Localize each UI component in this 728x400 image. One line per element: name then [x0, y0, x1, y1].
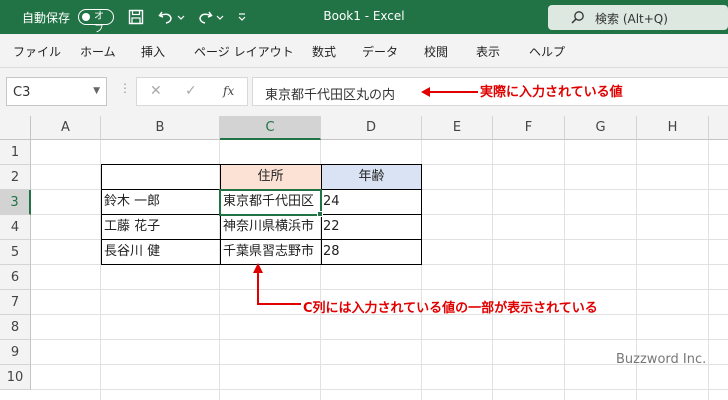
cell-b4-name[interactable]: 工藤 花子	[101, 215, 220, 240]
tab-formulas[interactable]: 数式	[312, 43, 336, 60]
title-bar: 自動保存 オフ Book1 - Excel 検索 (Alt+Q)	[0, 0, 728, 35]
search-placeholder: 検索 (Alt+Q)	[595, 12, 668, 26]
undo-dropdown-icon[interactable]	[176, 8, 186, 26]
toggle-knob	[82, 12, 90, 21]
table-border	[101, 239, 422, 240]
select-all-corner[interactable]	[0, 116, 31, 140]
tab-review[interactable]: 校閲	[424, 43, 448, 60]
row-header-4[interactable]: 4	[0, 215, 31, 240]
cell-c4-address[interactable]: 神奈川県横浜市	[220, 215, 321, 240]
row-header-3[interactable]: 3	[0, 190, 31, 215]
formula-buttons: ✕ ✓ fx	[136, 77, 248, 106]
row-header-10[interactable]: 10	[0, 365, 31, 390]
fill-handle[interactable]	[317, 211, 323, 217]
formula-annotation-arrow-icon	[421, 87, 478, 97]
formula-content: 東京都千代田区丸の内	[265, 88, 396, 103]
enter-icon[interactable]: ✓	[185, 83, 197, 99]
tab-file[interactable]: ファイル	[13, 43, 61, 60]
tab-data[interactable]: データ	[362, 43, 398, 60]
row-header-7[interactable]: 7	[0, 290, 31, 315]
customize-toolbar-icon[interactable]	[236, 8, 248, 26]
tab-page-layout[interactable]: ページ レイアウト	[194, 43, 294, 60]
cell-c2-address-header[interactable]: 住所	[220, 165, 321, 190]
search-box[interactable]: 検索 (Alt+Q)	[548, 5, 728, 30]
column-header-g[interactable]: G	[565, 116, 637, 140]
table-border	[101, 164, 422, 165]
cell-d2-age-header[interactable]: 年齢	[321, 165, 422, 190]
save-icon[interactable]	[127, 8, 145, 26]
column-header-f[interactable]: F	[493, 116, 565, 140]
gridline	[31, 389, 728, 390]
autosave-toggle[interactable]: オフ	[78, 9, 114, 35]
row-header-5[interactable]: 5	[0, 240, 31, 265]
cell-d5-age[interactable]: 28	[321, 240, 422, 265]
name-box[interactable]: C3 ▼	[6, 77, 107, 106]
undo-icon[interactable]	[157, 8, 175, 26]
autosave-state: オフ	[94, 11, 104, 35]
column-header-a[interactable]: A	[31, 116, 101, 140]
column-annotation-arrow-icon	[253, 263, 301, 305]
redo-icon[interactable]	[196, 8, 214, 26]
name-box-dropdown-icon[interactable]: ▼	[93, 86, 100, 96]
row-header-2[interactable]: 2	[0, 165, 31, 190]
watermark: Buzzword Inc.	[616, 352, 707, 367]
column-header-e[interactable]: E	[422, 116, 493, 140]
row-header-8[interactable]: 8	[0, 315, 31, 340]
table-border	[421, 164, 422, 265]
tab-view[interactable]: 表示	[476, 43, 500, 60]
redo-dropdown-icon[interactable]	[215, 8, 225, 26]
gridline	[564, 140, 565, 400]
column-header-b[interactable]: B	[101, 116, 220, 140]
search-icon	[571, 11, 584, 24]
tab-home[interactable]: ホーム	[80, 43, 116, 60]
active-cell-selection	[219, 189, 322, 216]
autosave-label: 自動保存	[22, 11, 71, 25]
column-header-d[interactable]: D	[321, 116, 422, 140]
cell-d4-age[interactable]: 22	[321, 215, 422, 240]
column-header-c[interactable]: C	[220, 116, 321, 140]
row-header-6[interactable]: 6	[0, 265, 31, 290]
column-header-i[interactable]	[709, 116, 728, 140]
row-header-9[interactable]: 9	[0, 340, 31, 365]
cell-b5-name[interactable]: 長谷川 健	[101, 240, 220, 265]
cell-b3-name[interactable]: 鈴木 一郎	[101, 190, 220, 215]
column-header-h[interactable]: H	[637, 116, 709, 140]
gridline	[31, 289, 728, 290]
cancel-icon[interactable]: ✕	[150, 83, 162, 99]
gridline	[31, 339, 728, 340]
insert-function-icon[interactable]: fx	[223, 84, 234, 98]
table-border	[101, 164, 102, 265]
tab-help[interactable]: ヘルプ	[529, 43, 565, 60]
cell-d3-age[interactable]: 24	[321, 190, 422, 215]
gridline	[708, 140, 709, 400]
formula-annotation: 実際に入力されている値	[480, 85, 623, 100]
ribbon-tabs: ファイル ホーム 挿入 ページ レイアウト 数式 データ 校閲 表示 ヘルプ	[0, 34, 728, 68]
column-annotation: C列には入力されている値の一部が表示されている	[303, 301, 598, 316]
name-box-value: C3	[13, 85, 31, 100]
formula-bar-grip-icon: ⋮	[119, 81, 131, 95]
tab-insert[interactable]: 挿入	[141, 43, 165, 60]
cell-b2[interactable]	[101, 165, 220, 190]
gridline	[492, 140, 493, 400]
row-header-1[interactable]: 1	[0, 140, 31, 165]
